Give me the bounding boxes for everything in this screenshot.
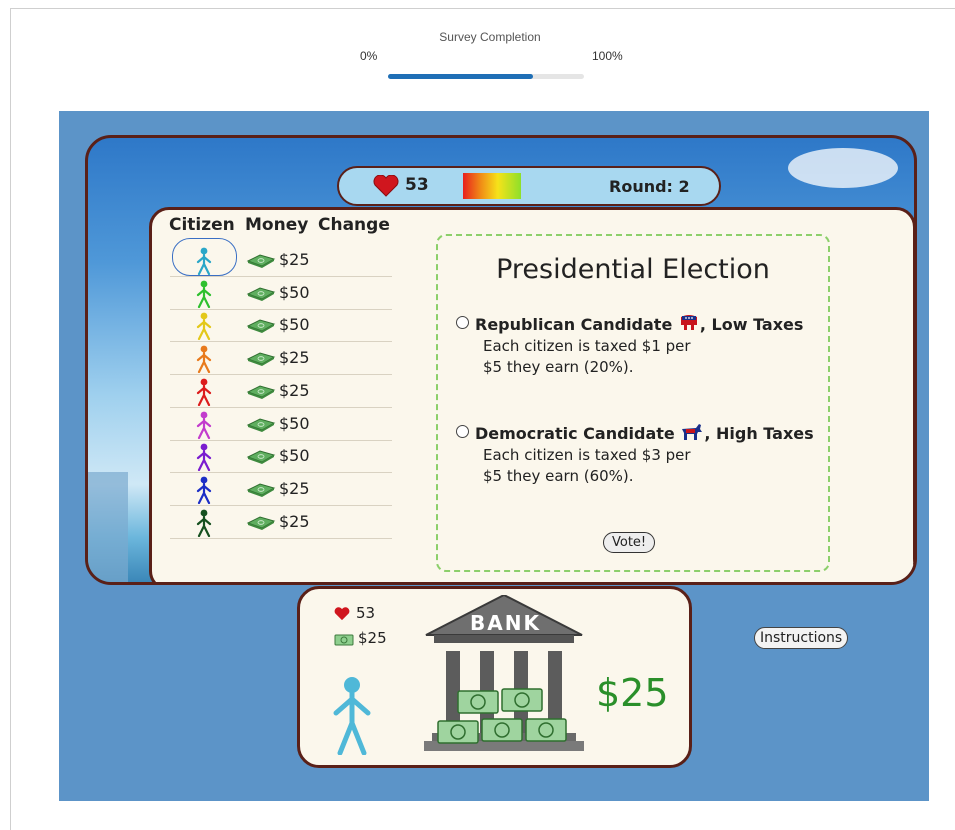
game-area: 53 Round: 2 Citizen Money Change $25 $50 $… xyxy=(59,111,929,801)
citizen-icon xyxy=(196,476,212,504)
player-money: $25 xyxy=(358,629,387,647)
democratic-desc-line1: Each citizen is taxed $3 per xyxy=(483,446,691,464)
citizen-icon xyxy=(196,280,212,308)
citizen-row: $25 xyxy=(170,506,392,539)
heart-icon xyxy=(373,175,399,197)
cash-icon xyxy=(246,450,276,465)
citizen-icon xyxy=(196,247,212,275)
bank-balance: $25 xyxy=(596,671,669,715)
citizen-money: $25 xyxy=(279,511,310,531)
cash-icon xyxy=(246,516,276,530)
citizen-row: $50 xyxy=(170,408,392,441)
citizen-icon xyxy=(196,345,212,374)
citizen-icon xyxy=(196,312,212,341)
survey-progress-min: 0% xyxy=(360,49,378,63)
vote-button[interactable]: Vote! xyxy=(603,532,656,553)
republican-tax-label: , Low Taxes xyxy=(699,315,804,334)
republican-desc-line1: Each citizen is taxed $1 per xyxy=(483,337,691,355)
citizen-icon xyxy=(196,443,212,472)
survey-progress-bar xyxy=(388,74,584,79)
democratic-desc-line2: $5 they earn (60%). xyxy=(483,467,634,485)
citizen-row: $50 xyxy=(170,440,392,474)
citizen-row: $25 xyxy=(170,238,392,277)
citizen-money: $50 xyxy=(279,282,310,302)
bank-sign: BANK xyxy=(470,611,541,635)
header-money: Money xyxy=(245,215,309,235)
citizen-money: $25 xyxy=(279,380,310,400)
republican-desc-line2: $5 they earn (20%). xyxy=(483,358,634,376)
cloud-decoration xyxy=(788,148,898,188)
citizen-row: $50 xyxy=(170,277,392,310)
cash-icon xyxy=(246,287,276,301)
democratic-tax-label: , High Taxes xyxy=(704,424,814,443)
republican-radio[interactable] xyxy=(456,316,469,329)
bank-panel: 53 $25 BANK $25 xyxy=(297,586,692,768)
hearts-count: 53 xyxy=(405,175,429,195)
citizen-row: $25 xyxy=(170,342,392,376)
citizen-money: $25 xyxy=(279,250,310,269)
citizen-icon xyxy=(196,378,212,406)
citizen-icon xyxy=(196,411,212,439)
player-hearts: 53 xyxy=(356,604,376,622)
cash-icon xyxy=(246,254,276,268)
survey-progress-fill xyxy=(388,74,534,79)
republican-option[interactable]: Republican Candidate , Low Taxes xyxy=(456,314,803,334)
citizen-money: $50 xyxy=(279,413,310,433)
instructions-button[interactable]: Instructions xyxy=(754,627,849,649)
happiness-meter xyxy=(463,173,521,199)
citizen-money: $25 xyxy=(279,478,310,498)
citizen-money: $25 xyxy=(279,348,310,368)
cash-icon xyxy=(246,319,276,334)
republican-candidate-label: Republican Candidate xyxy=(475,315,673,334)
city-skyline xyxy=(88,472,128,582)
citizen-row: $25 xyxy=(170,375,392,408)
survey-progress-max: 100% xyxy=(592,49,623,63)
republican-description: Each citizen is taxed $1 per $5 they ear… xyxy=(483,336,723,378)
citizen-row: $25 xyxy=(170,473,392,506)
ballot-title: Presidential Election xyxy=(496,254,770,285)
heart-icon xyxy=(334,607,350,621)
cash-icon xyxy=(246,417,276,432)
cash-icon xyxy=(246,483,276,497)
status-bar: 53 Round: 2 xyxy=(337,166,721,206)
survey-progress-label: Survey Completion xyxy=(439,30,541,44)
citizen-money: $50 xyxy=(279,315,310,335)
page-frame-left xyxy=(10,8,11,830)
citizen-money: $50 xyxy=(279,446,310,466)
citizen-row: $50 xyxy=(170,309,392,343)
democratic-candidate-label: Democratic Candidate xyxy=(475,424,675,443)
cash-icon xyxy=(246,352,276,367)
citizen-icon xyxy=(196,509,212,537)
election-ballot: Presidential Election Republican Candida… xyxy=(436,234,830,572)
donkey-icon xyxy=(682,424,703,440)
cash-icon xyxy=(334,634,354,646)
player-avatar xyxy=(333,677,371,755)
main-board: Citizen Money Change $25 $50 $50 $25 $25 $50 $… xyxy=(149,207,914,582)
game-scene: 53 Round: 2 Citizen Money Change $25 $50 $… xyxy=(85,135,917,585)
democratic-option[interactable]: Democratic Candidate , High Taxes xyxy=(456,423,814,443)
header-citizen: Citizen xyxy=(169,215,235,235)
democratic-description: Each citizen is taxed $3 per $5 they ear… xyxy=(483,445,723,487)
elephant-icon xyxy=(680,315,697,330)
round-indicator: Round: 2 xyxy=(609,177,690,196)
cash-icon xyxy=(246,385,276,399)
democratic-radio[interactable] xyxy=(456,425,469,438)
header-change: Change xyxy=(318,215,390,235)
page-frame-top xyxy=(10,8,955,9)
